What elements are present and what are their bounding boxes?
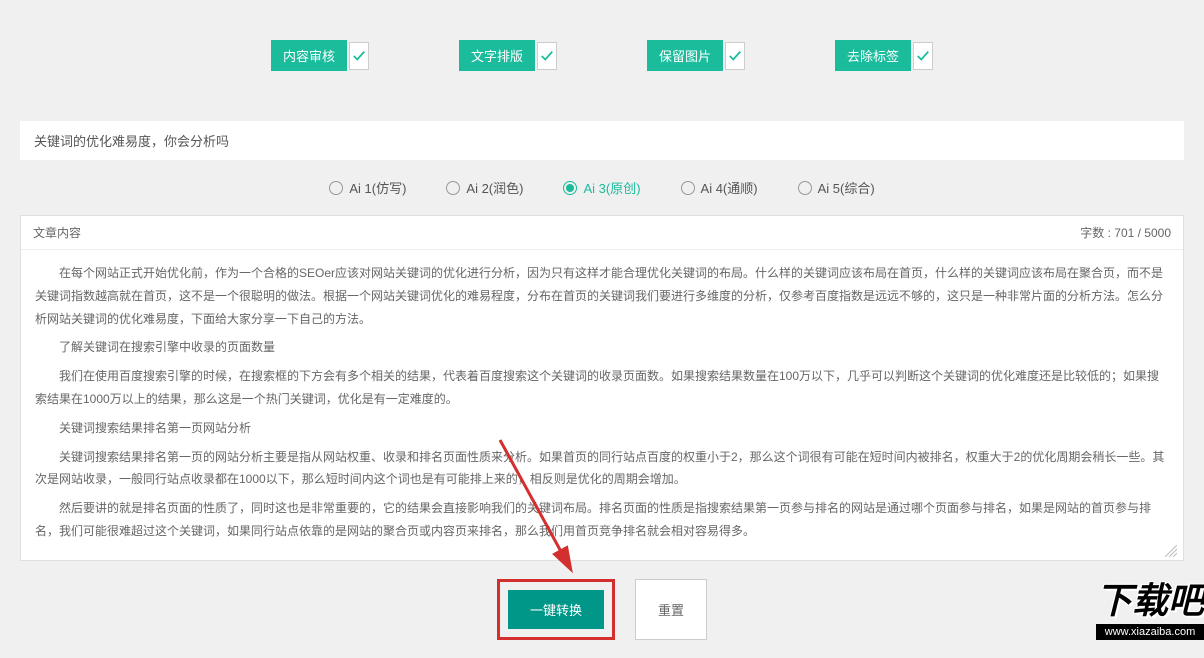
- option-remove-tag[interactable]: 去除标签: [835, 40, 933, 71]
- tab-ai5[interactable]: Ai 5(综合): [798, 178, 875, 197]
- radio-icon: [681, 181, 695, 195]
- content-textarea[interactable]: 在每个网站正式开始优化前，作为一个合格的SEOer应该对网站关键词的优化进行分析…: [21, 250, 1183, 560]
- tab-ai2[interactable]: Ai 2(润色): [446, 178, 523, 197]
- check-icon: [537, 42, 557, 70]
- radio-icon: [563, 181, 577, 195]
- tab-ai4[interactable]: Ai 4(通顺): [681, 178, 758, 197]
- tab-ai1[interactable]: Ai 1(仿写): [329, 178, 406, 197]
- ai-mode-tabs: Ai 1(仿写) Ai 2(润色) Ai 3(原创) Ai 4(通顺) Ai 5…: [0, 160, 1204, 215]
- reset-button[interactable]: 重置: [635, 579, 707, 640]
- button-bar: 一键转换 重置: [0, 561, 1204, 658]
- resize-handle-icon[interactable]: [1165, 542, 1177, 554]
- option-text-format[interactable]: 文字排版: [459, 40, 557, 71]
- title-input[interactable]: 关键词的优化难易度，你会分析吗: [20, 121, 1184, 160]
- check-icon: [349, 42, 369, 70]
- option-keep-image[interactable]: 保留图片: [647, 40, 745, 71]
- radio-icon: [329, 181, 343, 195]
- convert-button[interactable]: 一键转换: [508, 590, 604, 629]
- option-content-review[interactable]: 内容审核: [271, 40, 369, 71]
- check-icon: [913, 42, 933, 70]
- check-icon: [725, 42, 745, 70]
- content-label: 文章内容: [33, 224, 81, 241]
- tab-ai3[interactable]: Ai 3(原创): [563, 178, 640, 197]
- radio-icon: [446, 181, 460, 195]
- highlight-box: 一键转换: [497, 579, 615, 640]
- radio-icon: [798, 181, 812, 195]
- word-count: 字数 : 701 / 5000: [1080, 224, 1171, 241]
- content-header: 文章内容 字数 : 701 / 5000: [21, 216, 1183, 250]
- watermark: 下载吧 www.xiazaiba.com: [1096, 572, 1204, 640]
- content-panel: 文章内容 字数 : 701 / 5000 在每个网站正式开始优化前，作为一个合格…: [20, 215, 1184, 561]
- options-bar: 内容审核 文字排版 保留图片 去除标签: [0, 0, 1204, 121]
